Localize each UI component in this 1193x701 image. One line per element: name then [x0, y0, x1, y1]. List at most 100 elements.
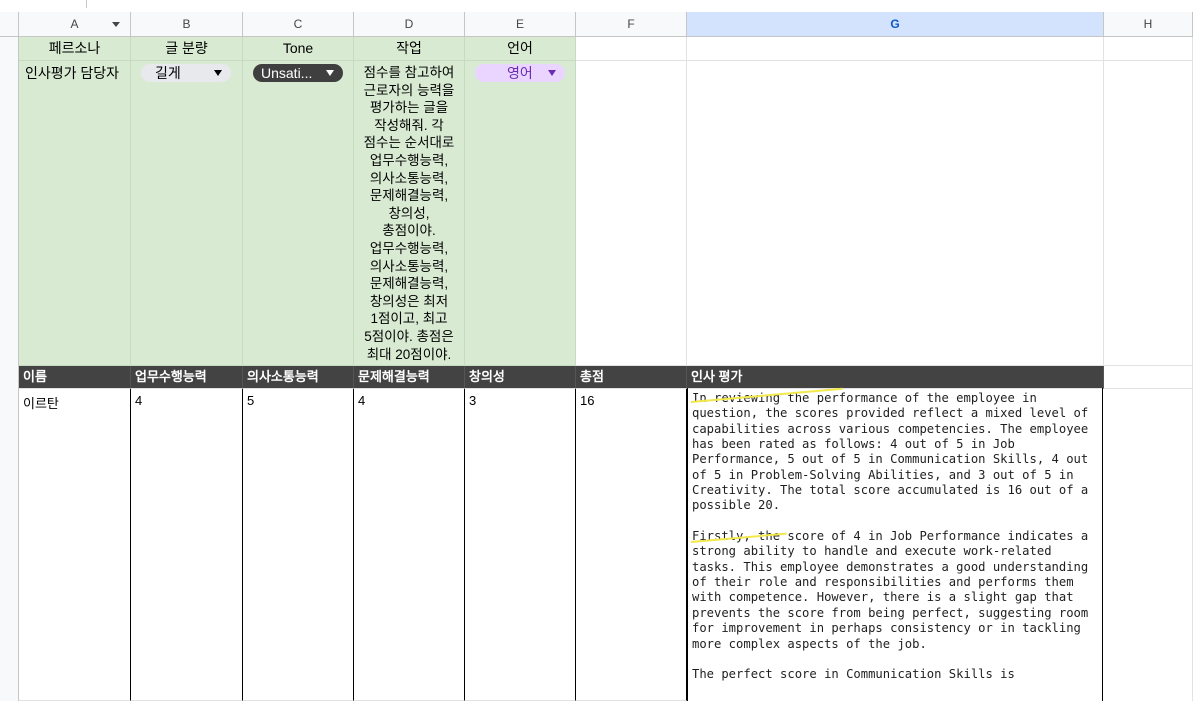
- table-header-job-performance[interactable]: 업무수행능력: [131, 366, 243, 389]
- length-header[interactable]: 글 분량: [131, 37, 243, 61]
- cell-text: 4: [135, 393, 143, 408]
- task-line: 근로자의 능력을: [363, 82, 455, 98]
- column-letter: B: [182, 17, 191, 31]
- length-value-cell[interactable]: 길게: [131, 61, 243, 366]
- dropdown-caret-icon: [548, 70, 556, 76]
- table-cell-total[interactable]: 16: [576, 389, 687, 701]
- column-header-e[interactable]: E: [465, 12, 576, 37]
- header-text: 이름: [23, 369, 47, 384]
- tone-value-cell[interactable]: Unsati...: [243, 61, 354, 366]
- language-dropdown-chip[interactable]: 영어: [475, 64, 565, 82]
- cell-text: 언어: [507, 40, 533, 56]
- column-letter: F: [627, 17, 635, 31]
- column-header-c[interactable]: C: [243, 12, 354, 37]
- column-menu-caret-icon[interactable]: [112, 22, 120, 27]
- table-cell-job-performance[interactable]: 4: [131, 389, 243, 701]
- header-text: 문제해결능력: [358, 369, 430, 384]
- length-dropdown-chip[interactable]: 길게: [141, 64, 231, 82]
- chip-label: 길게: [155, 65, 181, 81]
- language-header[interactable]: 언어: [465, 37, 576, 61]
- table-cell-creativity[interactable]: 3: [465, 389, 576, 701]
- evaluation-paragraph-2: Firstly, the score of 4 in Job Performan…: [692, 529, 1089, 651]
- task-line: 점수는 순서대로: [363, 135, 455, 151]
- column-header-d[interactable]: D: [354, 12, 465, 37]
- table-header-problem-solving[interactable]: 문제해결능력: [354, 366, 465, 389]
- task-text: 점수를 참고하여 근로자의 능력을 평가하는 글을 작성해줘. 각 점수는 순서대로 업무…: [354, 64, 464, 363]
- persona-value: 인사평가 담당자: [25, 65, 120, 81]
- cell-text: 글 분량: [165, 40, 208, 56]
- cell-text: 이르탄: [23, 396, 59, 411]
- cell-text: 16: [580, 393, 595, 408]
- empty-cell[interactable]: [576, 37, 687, 61]
- chip-label: Unsati...: [261, 65, 313, 81]
- task-line: 창의성은 최저: [369, 293, 449, 309]
- task-line: 의사소통능력,: [369, 170, 449, 186]
- select-all-corner[interactable]: [0, 12, 19, 37]
- toolbar-divider: [86, 0, 87, 8]
- empty-cell[interactable]: [1104, 37, 1193, 61]
- task-line: 문제해결능력,: [369, 188, 449, 204]
- empty-cell[interactable]: [687, 37, 1104, 61]
- task-line: 점수를 참고하여: [363, 65, 455, 80]
- tone-dropdown-chip[interactable]: Unsati...: [253, 64, 343, 82]
- cell-text: 4: [358, 393, 366, 408]
- persona-header[interactable]: 페르소나: [19, 37, 131, 61]
- cell-text: 5: [247, 393, 255, 408]
- dropdown-caret-icon: [326, 70, 334, 76]
- column-header-g[interactable]: G: [687, 12, 1104, 37]
- cell-text: 페르소나: [48, 40, 101, 56]
- header-text: 인사 평가: [691, 369, 743, 384]
- header-text: 업무수행능력: [135, 369, 207, 384]
- column-header-f[interactable]: F: [576, 12, 687, 37]
- table-cell-problem-solving[interactable]: 4: [354, 389, 465, 701]
- header-text: 창의성: [469, 369, 505, 384]
- column-letter: A: [70, 17, 79, 31]
- column-letter: E: [515, 17, 524, 31]
- table-cell-evaluation[interactable]: In reviewing the performance of the empl…: [687, 388, 1103, 701]
- empty-cell[interactable]: [576, 61, 687, 366]
- table-header-creativity[interactable]: 창의성: [465, 366, 576, 389]
- evaluation-paragraph-3: The perfect score in Communication Skill…: [692, 667, 1015, 682]
- cell-text: 작업: [396, 40, 422, 56]
- task-value-cell[interactable]: 점수를 참고하여 근로자의 능력을 평가하는 글을 작성해줘. 각 점수는 순서대로 업무…: [354, 61, 465, 366]
- persona-value-cell[interactable]: 인사평가 담당자: [19, 61, 131, 366]
- column-header-h[interactable]: H: [1104, 12, 1193, 37]
- empty-cell[interactable]: [687, 61, 1104, 366]
- table-header-name[interactable]: 이름: [19, 366, 131, 389]
- empty-cell[interactable]: [1104, 61, 1193, 366]
- task-line: 작성해줘. 각: [374, 117, 444, 133]
- task-line: 창의성,: [388, 205, 430, 221]
- task-line: 업무수행능력,: [369, 152, 449, 168]
- empty-cell[interactable]: [1104, 389, 1193, 701]
- table-cell-name[interactable]: 이르탄: [19, 389, 131, 701]
- dropdown-caret-icon: [214, 70, 222, 76]
- cell-text: Tone: [282, 40, 314, 56]
- cell-text: 3: [469, 393, 477, 408]
- task-header[interactable]: 작업: [354, 37, 465, 61]
- table-header-communication[interactable]: 의사소통능력: [243, 366, 354, 389]
- header-text: 총점: [580, 369, 604, 384]
- table-cell-communication[interactable]: 5: [243, 389, 354, 701]
- column-header-a[interactable]: A: [19, 12, 131, 37]
- task-line: 업무수행능력,: [369, 240, 449, 256]
- task-line: 평가하는 글을: [369, 100, 449, 116]
- empty-cell[interactable]: [1104, 366, 1193, 389]
- task-line: 1점이고, 최고: [370, 311, 448, 327]
- column-letter: C: [293, 17, 303, 31]
- task-line: 총점이야.: [382, 223, 436, 239]
- task-line: 5점이야. 총점은: [364, 328, 454, 344]
- evaluation-paragraph-1: In reviewing the performance of the empl…: [692, 391, 1089, 513]
- column-header-b[interactable]: B: [131, 12, 243, 37]
- column-letter: G: [890, 17, 900, 31]
- tone-header[interactable]: Tone: [243, 37, 354, 61]
- table-header-total[interactable]: 총점: [576, 366, 687, 389]
- chip-label: 영어: [507, 65, 533, 81]
- table-header-evaluation[interactable]: 인사 평가: [687, 366, 1104, 389]
- task-line: 의사소통능력,: [369, 258, 449, 274]
- task-line: 최대 20점이야.: [366, 346, 452, 362]
- row-header-strip[interactable]: [0, 37, 19, 701]
- header-text: 의사소통능력: [247, 369, 319, 384]
- task-line: 문제해결능력,: [369, 276, 449, 292]
- language-value-cell[interactable]: 영어: [465, 61, 576, 366]
- column-letter: H: [1143, 17, 1153, 31]
